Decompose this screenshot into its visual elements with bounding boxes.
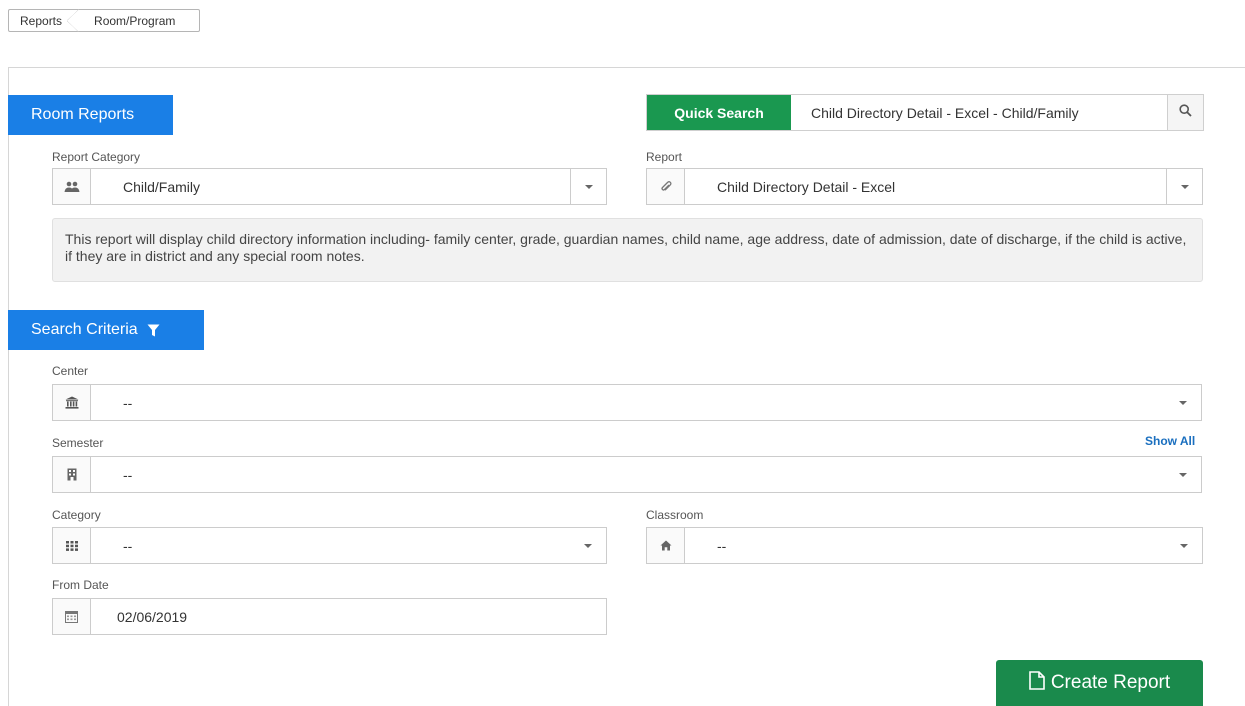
home-icon (647, 528, 685, 563)
users-icon (53, 169, 91, 204)
center-select[interactable]: -- (52, 384, 1202, 421)
filter-icon (147, 324, 160, 337)
search-criteria-header: Search Criteria (8, 310, 204, 350)
semester-value: -- (123, 466, 133, 483)
paperclip-icon (647, 169, 685, 204)
chevron-down-icon[interactable] (1165, 457, 1201, 492)
chevron-down-icon[interactable] (1165, 385, 1201, 420)
report-category-value: Child/Family (123, 178, 201, 195)
center-label: Center (52, 364, 89, 378)
report-select[interactable]: Child Directory Detail - Excel (646, 168, 1203, 205)
file-icon (1029, 670, 1045, 696)
semester-label: Semester (52, 436, 104, 450)
semester-select[interactable]: -- (52, 456, 1202, 493)
panel-border-left (8, 67, 9, 706)
quick-search-label: Quick Search (647, 95, 791, 130)
category-value: -- (123, 537, 133, 554)
classroom-label: Classroom (646, 508, 704, 522)
bank-icon (53, 385, 91, 420)
report-description: This report will display child directory… (52, 218, 1203, 282)
quick-search-input[interactable] (791, 95, 1167, 130)
show-all-link[interactable]: Show All (1145, 434, 1195, 448)
category-label: Category (52, 508, 101, 522)
room-reports-title: Room Reports (31, 106, 135, 123)
chevron-down-icon[interactable] (1166, 528, 1202, 563)
create-report-button[interactable]: Create Report (996, 660, 1203, 706)
report-category-label: Report Category (52, 150, 141, 164)
category-select[interactable]: -- (52, 527, 607, 564)
breadcrumb-item-room-program[interactable]: Room/Program (78, 10, 199, 31)
from-date-input[interactable] (91, 608, 606, 625)
quick-search-button[interactable] (1167, 95, 1203, 130)
from-date-label: From Date (52, 578, 109, 592)
breadcrumb: Reports Room/Program (8, 9, 201, 32)
grid-icon (53, 528, 91, 563)
breadcrumb-item-reports[interactable]: Reports (9, 9, 80, 32)
report-category-select[interactable]: Child/Family (52, 168, 607, 205)
search-criteria-title: Search Criteria (31, 321, 138, 338)
chevron-down-icon[interactable] (570, 528, 606, 563)
quick-search: Quick Search (646, 94, 1204, 131)
from-date-field (52, 598, 607, 635)
create-report-label: Create Report (1050, 672, 1171, 693)
search-icon (1179, 103, 1192, 122)
calendar-book-icon (53, 457, 91, 492)
classroom-value: -- (717, 537, 727, 554)
center-value: -- (123, 394, 133, 411)
panel-border-top (8, 67, 1245, 68)
chevron-down-icon[interactable] (570, 169, 606, 204)
report-value: Child Directory Detail - Excel (717, 178, 896, 195)
chevron-down-icon[interactable] (1166, 169, 1202, 204)
room-reports-header: Room Reports (8, 95, 173, 135)
classroom-select[interactable]: -- (646, 527, 1203, 564)
calendar-icon[interactable] (53, 599, 91, 634)
report-label: Report (646, 150, 683, 164)
